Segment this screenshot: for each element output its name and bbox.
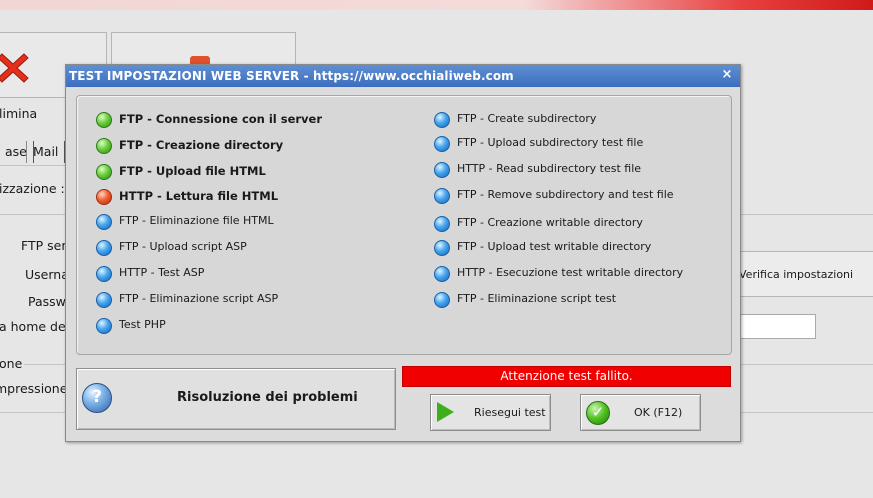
test-label: FTP - Eliminazione file HTML (119, 214, 274, 227)
delete-x-icon (0, 53, 29, 83)
ok-label: OK (F12) (634, 406, 683, 419)
test-label: FTP - Creazione directory (119, 138, 284, 152)
status-pending-icon (434, 292, 450, 308)
status-ok-icon (96, 164, 112, 180)
ftp-server-label: FTP ser (21, 238, 67, 253)
compressione-label: mpressione (0, 381, 68, 396)
status-message: Attenzione test fallito. (402, 366, 731, 387)
status-ok-icon (96, 112, 112, 128)
status-pending-icon (96, 292, 112, 308)
test-label: FTP - Create subdirectory (457, 112, 597, 125)
tab-mail[interactable]: Mail (26, 141, 66, 163)
test-label: FTP - Upload file HTML (119, 164, 266, 178)
status-pending-icon (434, 162, 450, 178)
dialog-title: TEST IMPOSTAZIONI WEB SERVER - https://w… (69, 69, 514, 83)
test-label: FTP - Remove subdirectory and test file (457, 188, 674, 201)
test-label: HTTP - Test ASP (119, 266, 205, 279)
home-dir-label: a home del (0, 319, 70, 334)
test-label: FTP - Connessione con il server (119, 112, 323, 126)
test-label: FTP - Upload script ASP (119, 240, 247, 253)
troubleshooting-button[interactable]: ? Risoluzione dei problemi (76, 368, 396, 430)
ok-button[interactable]: ✓ OK (F12) (580, 394, 701, 431)
organizzazione-label: izzazione : (0, 181, 65, 196)
test-label: Test PHP (119, 318, 166, 331)
dialog-titlebar: TEST IMPOSTAZIONI WEB SERVER - https://w… (66, 65, 740, 87)
verifica-impostazioni-button[interactable]: Verifica impostazioni (738, 251, 873, 297)
status-pending-icon (434, 266, 450, 282)
tab-divider (0, 165, 66, 166)
section-label: one (0, 356, 23, 371)
status-pending-icon (434, 112, 450, 128)
test-label: HTTP - Lettura file HTML (119, 189, 279, 203)
test-dialog: TEST IMPOSTAZIONI WEB SERVER - https://w… (65, 64, 741, 442)
username-label: Userna (25, 267, 69, 282)
test-label: FTP - Eliminazione script test (457, 292, 617, 305)
test-label: FTP - Creazione writable directory (457, 216, 643, 229)
test-label: FTP - Eliminazione script ASP (119, 292, 279, 305)
verifica-label: Verifica impostazioni (739, 268, 854, 281)
status-pending-icon (96, 318, 112, 334)
close-icon[interactable]: × (720, 68, 734, 82)
status-pending-icon (434, 216, 450, 232)
checkmark-icon: ✓ (586, 401, 610, 425)
test-label: HTTP - Esecuzione test writable director… (457, 266, 684, 279)
status-pending-icon (434, 188, 450, 204)
test-list-panel: FTP - Connessione con il server FTP - Cr… (76, 95, 732, 355)
delete-label: limina (0, 106, 38, 121)
status-pending-icon (434, 240, 450, 256)
troubleshooting-label: Risoluzione dei problemi (177, 390, 358, 405)
status-ok-icon (96, 138, 112, 154)
play-icon (437, 402, 454, 422)
test-label: FTP - Upload subdirectory test file (457, 136, 644, 149)
password-label: Passw (28, 294, 66, 309)
background-window-titlebar (0, 0, 873, 10)
status-failed-icon (96, 189, 112, 205)
status-pending-icon (434, 136, 450, 152)
test-label: HTTP - Read subdirectory test file (457, 162, 642, 175)
test-label: FTP - Upload test writable directory (457, 240, 652, 253)
retry-test-button[interactable]: Riesegui test (430, 394, 551, 431)
retry-label: Riesegui test (474, 406, 546, 419)
status-pending-icon (96, 214, 112, 230)
home-dir-input[interactable] (738, 314, 816, 339)
question-icon: ? (82, 383, 112, 413)
status-pending-icon (96, 266, 112, 282)
status-pending-icon (96, 240, 112, 256)
